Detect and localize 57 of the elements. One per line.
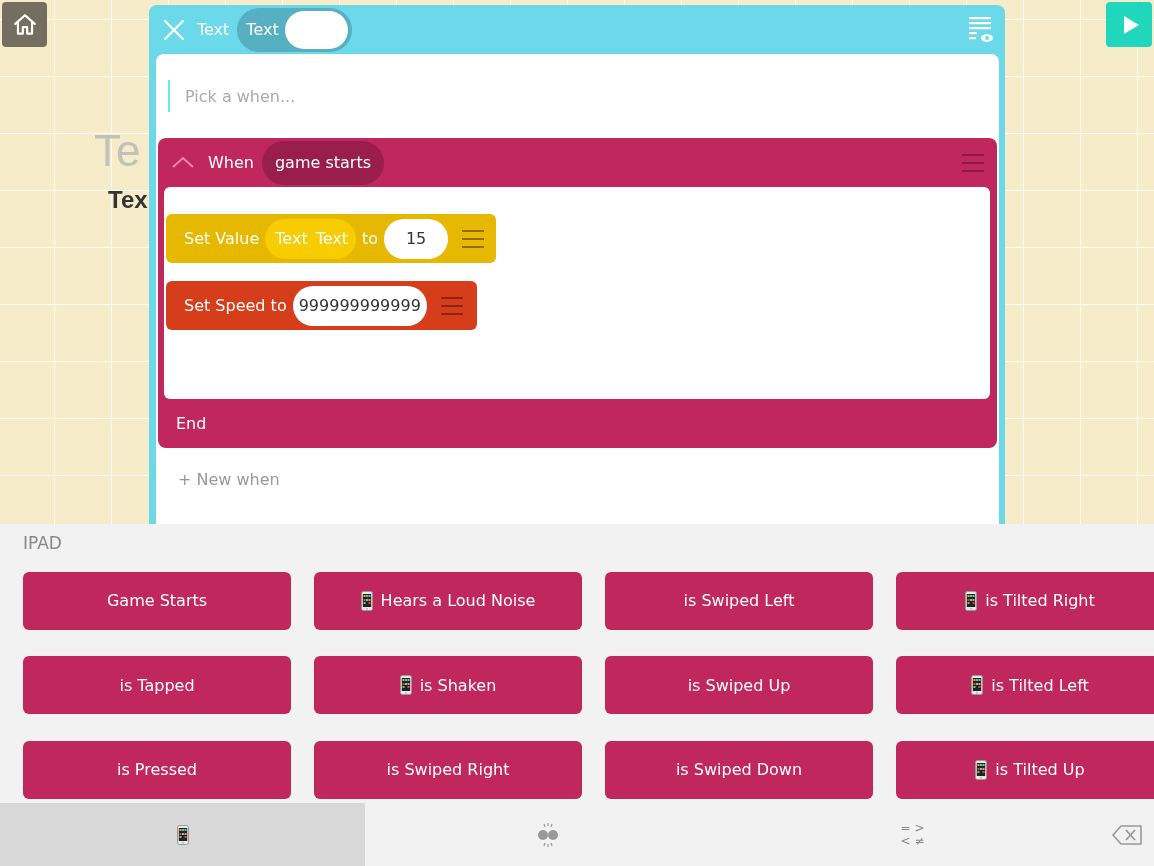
block-menu-button[interactable] (962, 152, 984, 173)
event-button[interactable]: is Tilted Right (896, 571, 1154, 630)
menu-icon (440, 295, 463, 316)
event-button[interactable]: is Swiped Down (605, 740, 873, 799)
home-button[interactable] (2, 2, 47, 47)
event-button[interactable]: Hears a Loud Noise (314, 571, 582, 630)
new-when-button[interactable]: + New when (178, 470, 280, 489)
list-view-icon (969, 16, 993, 43)
event-button[interactable]: Game Starts (23, 571, 291, 630)
section-label: IPAD (22, 532, 63, 555)
action-label: Set Speed to (184, 296, 287, 315)
end-label: End (175, 413, 207, 435)
phone-icon (399, 675, 412, 696)
event-button[interactable]: is Tilted Left (896, 656, 1154, 715)
object-name-field[interactable] (284, 10, 348, 49)
phone-icon (176, 824, 189, 845)
action-label: Set Value (184, 229, 260, 248)
value-field[interactable]: 15 (384, 218, 449, 259)
play-button[interactable] (1106, 2, 1152, 47)
object-label: Text (197, 20, 230, 39)
object-name: Text (246, 20, 279, 39)
block-menu-button[interactable] (440, 295, 463, 316)
event-chip[interactable]: game starts (261, 140, 385, 185)
variable-name: Text (315, 229, 348, 248)
connector-label: to (362, 229, 379, 248)
block-menu-button[interactable] (462, 228, 485, 249)
home-icon (11, 11, 38, 38)
close-icon (163, 18, 185, 41)
menu-icon (462, 228, 485, 249)
operator-label: < ≠ (900, 834, 925, 848)
event-button[interactable]: is Swiped Left (605, 571, 873, 630)
dots-icon (535, 822, 560, 847)
value-field[interactable]: 999999999999 (292, 285, 427, 326)
phone-icon (965, 590, 978, 611)
menu-icon (962, 152, 984, 173)
variable-name: Text (275, 229, 308, 248)
category-tab[interactable] (0, 803, 365, 866)
canvas-text: Tex (108, 186, 148, 214)
chevron-up-icon (172, 156, 194, 169)
phone-icon (971, 675, 984, 696)
event-button[interactable]: is Pressed (23, 740, 291, 799)
event-button[interactable]: is Tilted Up (896, 740, 1154, 799)
backspace-icon (1112, 824, 1142, 845)
event-button[interactable]: is Swiped Up (605, 656, 873, 715)
event-button[interactable]: is Swiped Right (314, 740, 582, 799)
phone-icon (360, 590, 373, 611)
canvas-title: Te (94, 126, 141, 176)
event-button[interactable]: is Shaken (314, 656, 582, 715)
when-label: When (208, 153, 254, 172)
set-speed-block[interactable]: Set Speed to 999999999999 (166, 281, 477, 330)
close-button[interactable] (162, 17, 186, 42)
collapse-button[interactable] (172, 156, 194, 169)
set-value-block[interactable]: Set Value Text Text to 15 (166, 214, 497, 263)
operator-label: = > (900, 821, 925, 835)
play-icon (1121, 13, 1141, 36)
phone-icon (975, 759, 988, 780)
event-button[interactable]: is Tapped (23, 656, 291, 715)
